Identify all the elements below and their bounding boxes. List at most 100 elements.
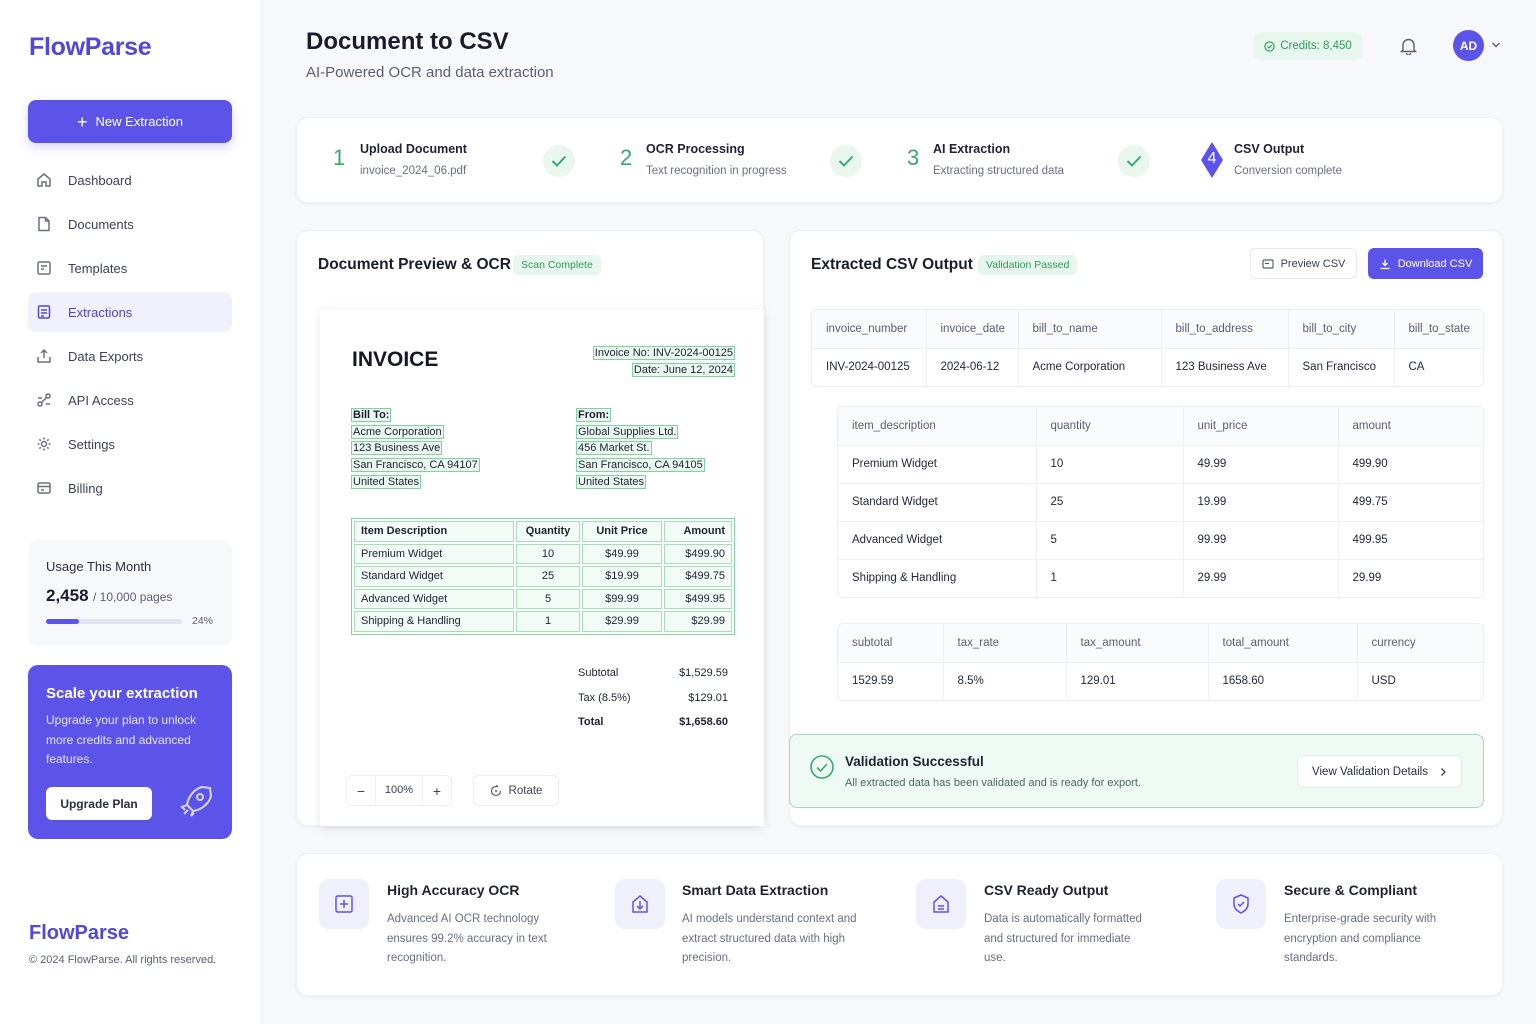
column-header: invoice_number [812,310,927,349]
plus-icon: + [77,111,88,132]
usage-total: / 10,000 pages [93,590,173,604]
sidebar-item-templates[interactable]: Templates [28,248,232,288]
table-cell: 10 [1036,444,1184,483]
avatar[interactable]: AD [1453,30,1484,61]
extraction-icon [37,305,51,319]
totals-row: Total $1,658.60 [578,710,728,735]
home-icon [37,173,51,187]
sidebar-item-api-access[interactable]: API Access [28,380,232,420]
bill-to-label: Bill To: [350,408,392,422]
sidebar-item-label: Dashboard [68,172,132,188]
sidebar-item-documents[interactable]: Documents [28,204,232,244]
invoice-number: Invoice No: INV-2024-00125 [592,346,736,360]
zoom-out-button[interactable]: − [347,783,375,799]
sidebar: FlowParse + New Extraction Dashboard Doc… [0,0,262,1024]
table-row: Shipping & Handling 1 $29.99 $29.99 [354,611,732,632]
table-row: 1529.59 8.5% 129.01 1658.60 USD [838,661,1483,700]
column-header: currency [1357,624,1483,663]
zoom-in-button[interactable]: + [423,783,451,799]
table-cell: 499.75 [1338,482,1483,521]
column-header: tax_amount [1066,624,1209,663]
download-csv-button[interactable]: Download CSV [1368,248,1483,279]
check-icon [1126,155,1142,167]
feature-description: AI models understand context and extract… [682,913,857,964]
credits-badge[interactable]: Credits: 8,450 [1254,32,1362,60]
sidebar-item-label: Data Exports [68,348,144,364]
from-line: Global Supplies Ltd. [575,424,679,439]
new-extraction-button[interactable]: + New Extraction [28,100,232,143]
scan-icon [335,895,353,913]
feature-icon-box [319,879,369,929]
table-cell: 8.5% [943,661,1067,700]
usage-card: Usage This Month 2,458 / 10,000 pages 24… [28,540,232,646]
chevron-down-icon[interactable] [1491,41,1501,49]
document-icon [38,216,50,232]
table-cell: $29.99 [582,611,662,632]
step-number: 4 [1207,150,1217,167]
feature-title: CSV Ready Output [984,882,1109,898]
zoom-control: − 100% + [346,775,452,806]
csv-totals-table: subtotal tax_rate tax_amount total_amoun… [837,623,1484,701]
table-cell: 5 [516,588,580,609]
sidebar-item-billing[interactable]: Billing [28,468,232,508]
table-cell: Acme Corporation [1018,347,1162,386]
column-header: bill_to_address [1161,310,1289,349]
step-complete-check [830,145,862,177]
table-cell: 1 [1036,558,1184,597]
table-cell: 10 [516,543,580,564]
copyright: © 2024 FlowParse. All rights reserved. [29,954,217,966]
table-cell: San Francisco [1288,347,1395,386]
view-validation-label: View Validation Details [1312,765,1428,778]
totals-value: $1,658.60 [679,716,728,728]
table-cell: INV-2024-00125 [812,347,927,386]
invoice-meta: Invoice No: INV-2024-00125 Date: June 12… [592,345,736,378]
table-cell: 19.99 [1183,482,1339,521]
table-cell: Shipping & Handling [838,558,1037,597]
sidebar-item-label: Extractions [68,304,133,320]
table-cell: $499.75 [664,566,732,587]
totals-label: Subtotal [578,667,619,679]
feature-title: Secure & Compliant [1284,882,1418,898]
column-header: bill_to_city [1288,310,1395,349]
csv-output-card: Extracted CSV Output Validation Passed P… [789,230,1503,826]
shield-icon [1233,894,1249,914]
view-validation-details-button[interactable]: View Validation Details [1297,755,1462,788]
upgrade-title: Scale your extraction [46,685,198,702]
usage-title: Usage This Month [46,559,152,574]
table-cell: 5 [1036,520,1184,559]
preview-csv-button[interactable]: Preview CSV [1250,248,1357,279]
feature-icon-box [615,879,665,929]
table-cell: 29.99 [1183,558,1339,597]
sidebar-item-settings[interactable]: Settings [28,424,232,464]
step-subtitle: Conversion complete [1234,165,1343,177]
app-logo[interactable]: FlowParse [29,33,152,62]
table-cell: $49.99 [582,543,662,564]
rotate-icon [490,784,501,796]
sidebar-item-dashboard[interactable]: Dashboard [28,160,232,200]
usage-value: 2,458 / 10,000 pages [46,586,172,606]
feature-title: Smart Data Extraction [682,882,829,898]
rotate-button[interactable]: Rotate [473,775,559,806]
bell-icon[interactable] [1400,37,1417,55]
table-cell: $499.90 [664,543,732,564]
table-cell: 1 [516,611,580,632]
invoice-items-table: Item Description Quantity Unit Price Amo… [351,518,735,635]
table-cell: 499.90 [1338,444,1483,483]
sidebar-item-data-exports[interactable]: Data Exports [28,336,232,376]
validation-title: Validation Successful [845,754,984,769]
check-circle-icon [810,755,834,779]
column-header: bill_to_name [1018,310,1162,349]
table-cell: 25 [1036,482,1184,521]
from-block: From: Global Supplies Ltd. 456 Market St… [575,407,705,491]
column-header: amount [1338,407,1483,446]
step-active-marker: 4 [1199,140,1225,180]
sidebar-item-extractions[interactable]: Extractions [28,292,232,332]
ai-extract-icon [632,895,648,913]
feature-icon-box [916,879,966,929]
upgrade-plan-button[interactable]: Upgrade Plan [46,787,152,820]
feature-description: Advanced AI OCR technology ensures 99.2%… [387,913,547,964]
from-label: From: [575,408,612,422]
zoom-level: 100% [375,776,423,805]
table-header-row: invoice_number invoice_date bill_to_name… [812,310,1483,349]
usage-used: 2,458 [46,586,89,605]
